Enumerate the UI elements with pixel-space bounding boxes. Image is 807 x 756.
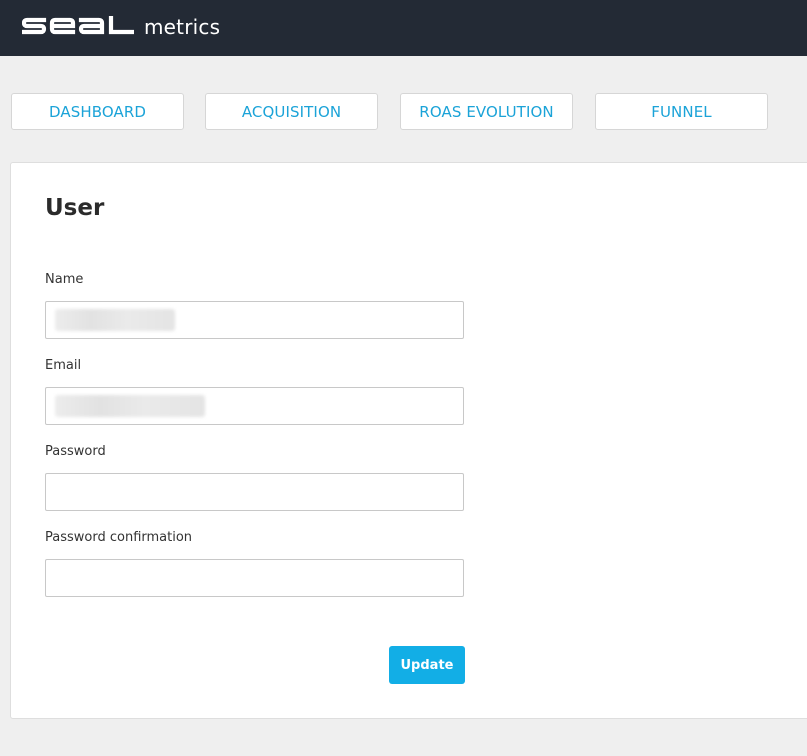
- password-confirmation-label: Password confirmation: [45, 530, 193, 545]
- tab-acquisition[interactable]: ACQUISITION: [205, 93, 378, 130]
- password-confirmation-field[interactable]: [45, 559, 464, 597]
- tab-dashboard[interactable]: DASHBOARD: [11, 93, 184, 130]
- seal-logo-mark: [22, 16, 134, 35]
- redacted-name-value: [55, 309, 175, 331]
- user-form-card: User Name Email Password Password confir…: [10, 162, 807, 719]
- tab-roas-evolution[interactable]: ROAS EVOLUTION: [400, 93, 573, 130]
- seal-metrics-logo[interactable]: metrics: [22, 9, 220, 43]
- redacted-email-value: [55, 395, 205, 417]
- logo-wordmark-metrics: metrics: [144, 15, 221, 39]
- top-bar: metrics: [0, 0, 807, 56]
- update-button[interactable]: Update: [389, 646, 465, 684]
- email-label: Email: [45, 358, 82, 373]
- password-field[interactable]: [45, 473, 464, 511]
- page-title: User: [45, 195, 105, 221]
- tab-funnel[interactable]: FUNNEL: [595, 93, 768, 130]
- password-label: Password: [45, 444, 106, 459]
- name-label: Name: [45, 272, 84, 287]
